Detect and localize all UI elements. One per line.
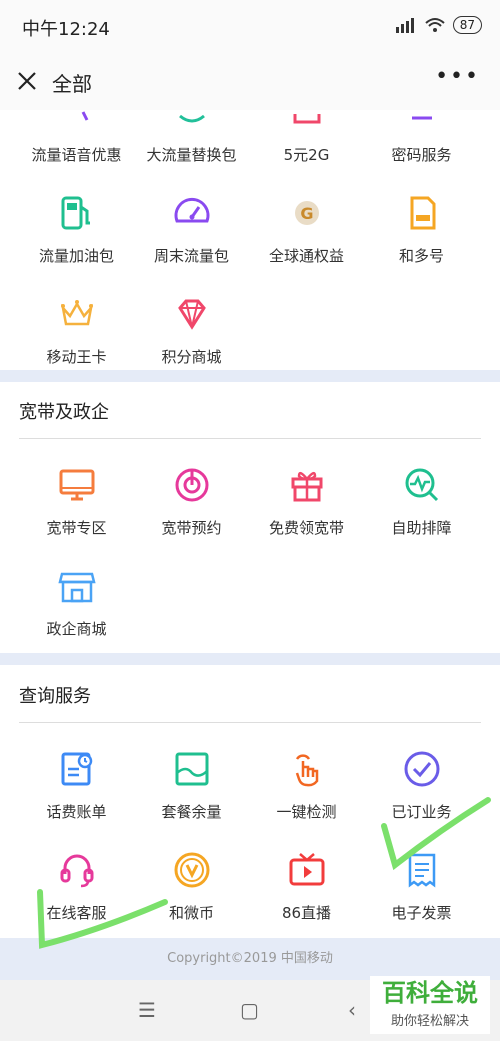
section-gap — [0, 370, 500, 382]
grid-item[interactable]: 免费领宽带 — [249, 455, 364, 556]
tap-hand-icon — [295, 754, 318, 787]
crown-icon — [60, 300, 93, 326]
power-timer-icon — [175, 468, 208, 502]
coin-icon — [174, 852, 209, 888]
more-menu-icon[interactable]: ••• — [435, 64, 480, 89]
watermark-logo: 百科全说 助你轻松解决 — [370, 976, 490, 1034]
package-balance-icon — [175, 752, 208, 786]
section-gap — [0, 653, 500, 665]
grid-item[interactable]: 5元2G — [249, 110, 364, 183]
grid-item[interactable]: 86直播 — [249, 840, 364, 941]
wifi-icon — [425, 18, 445, 32]
section-divider — [19, 438, 481, 439]
status-icons: 87 — [395, 16, 482, 34]
grid-item[interactable]: 套餐余量 — [134, 739, 249, 840]
check-circle-icon — [404, 751, 439, 787]
status-bar: 中午12:24 87 — [0, 0, 500, 54]
fuel-pump-icon — [61, 196, 90, 230]
grid-item[interactable]: 周末流量包 — [134, 183, 249, 284]
section-divider — [19, 722, 481, 723]
close-icon[interactable] — [14, 68, 40, 94]
section1-grid: 流量语音优惠 大流量替换包 5元2G 密码服务 流量加油包 周末流量包 G 全球… — [0, 110, 500, 385]
back-nav-icon[interactable]: ‹ — [348, 998, 356, 1022]
bill-icon — [61, 752, 92, 786]
grid-item[interactable]: G 全球通权益 — [249, 183, 364, 284]
grid-item[interactable]: 宽带专区 — [19, 455, 134, 556]
voice-discount-icon — [81, 111, 88, 121]
grid-item[interactable]: 电子发票 — [364, 840, 479, 941]
menu-nav-icon[interactable]: ☰ — [138, 998, 156, 1022]
section-title-query: 查询服务 — [19, 686, 91, 707]
global-logo-icon: G — [294, 201, 319, 225]
grid-item[interactable]: 和微币 — [134, 840, 249, 941]
package-icon — [293, 114, 320, 124]
big-data-icon — [178, 114, 205, 123]
speedometer-icon — [174, 198, 209, 223]
storefront-icon — [57, 572, 96, 603]
grid-item[interactable]: 密码服务 — [364, 110, 479, 183]
grid-item[interactable]: 流量加油包 — [19, 183, 134, 284]
grid-item[interactable]: 已订业务 — [364, 739, 479, 840]
section2-grid: 宽带专区 宽带预约 免费领宽带 自助排障 政企商城 — [0, 455, 500, 657]
content-scroll[interactable]: 流量语音优惠 大流量替换包 5元2G 密码服务 流量加油包 周末流量包 G 全球… — [0, 110, 500, 980]
section3-grid: 话费账单 套餐余量 一键检测 已订业务 在线客服 和微币 86直播 电子发票 — [0, 739, 500, 941]
svg-text:G: G — [300, 204, 313, 223]
grid-item[interactable]: 在线客服 — [19, 840, 134, 941]
sim-card-icon — [410, 196, 435, 230]
copyright-footer: Copyright©2019 中国移动 — [0, 938, 500, 980]
grid-item[interactable]: 一键检测 — [249, 739, 364, 840]
grid-item[interactable]: 自助排障 — [364, 455, 479, 556]
password-icon — [411, 116, 432, 120]
grid-item[interactable]: 大流量替换包 — [134, 110, 249, 183]
monitor-icon — [59, 469, 94, 501]
grid-item[interactable]: 宽带预约 — [134, 455, 249, 556]
top-bar: 全部 ••• — [0, 54, 500, 110]
grid-item[interactable]: 政企商城 — [19, 556, 134, 657]
diamond-icon — [177, 299, 206, 330]
grid-item[interactable]: 流量语音优惠 — [19, 110, 134, 183]
home-nav-icon[interactable]: ▢ — [240, 998, 259, 1022]
signal-icon — [395, 18, 414, 33]
status-time: 中午12:24 — [22, 19, 110, 40]
tv-play-icon — [289, 853, 324, 886]
page-title: 全部 — [52, 72, 92, 96]
battery-indicator: 87 — [452, 16, 482, 34]
section-title-broadband: 宽带及政企 — [19, 402, 109, 423]
grid-item[interactable]: 和多号 — [364, 183, 479, 284]
invoice-icon — [408, 853, 435, 888]
diagnostic-search-icon — [405, 468, 438, 502]
gift-icon — [291, 471, 322, 502]
grid-item[interactable]: 话费账单 — [19, 739, 134, 840]
headset-icon — [60, 854, 93, 888]
